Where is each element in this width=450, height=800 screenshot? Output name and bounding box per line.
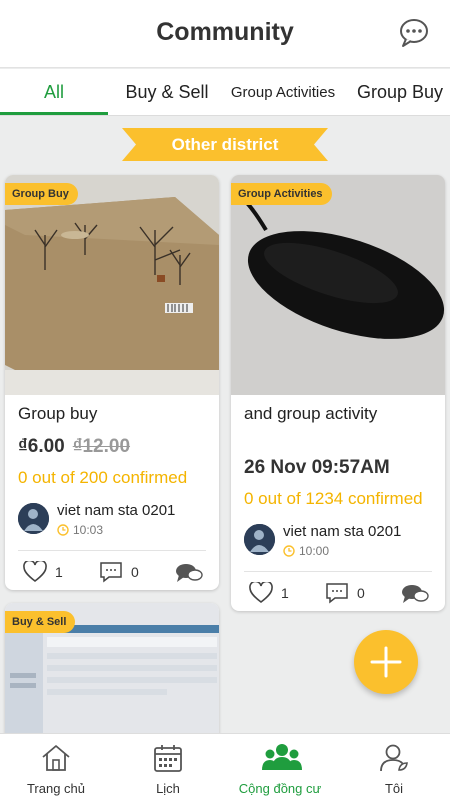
comment-button[interactable]: 0 bbox=[99, 561, 139, 583]
post-price: ₫6.00 ₫12.00 bbox=[18, 436, 130, 458]
mouse-photo bbox=[231, 175, 445, 395]
clock-icon bbox=[57, 524, 69, 536]
event-datetime: 26 Nov 09:57AM bbox=[244, 457, 390, 478]
nav-community[interactable]: Cộng đồng cư bbox=[224, 734, 336, 800]
divider bbox=[18, 550, 206, 551]
notebook-photo bbox=[5, 175, 219, 395]
post-badge: Buy & Sell bbox=[5, 611, 76, 633]
chat-bubbles-icon bbox=[176, 564, 203, 582]
like-button[interactable]: 1 bbox=[249, 582, 289, 604]
like-button[interactable]: 1 bbox=[23, 561, 63, 583]
post-card-group-buy[interactable]: Group Buy Group buy ₫6.00 ₫12.00 0 out of… bbox=[5, 175, 219, 590]
comment-icon bbox=[326, 583, 348, 604]
comment-button[interactable]: 0 bbox=[325, 582, 365, 604]
comment-icon bbox=[100, 562, 122, 583]
avatar[interactable] bbox=[244, 524, 275, 555]
chat-button[interactable] bbox=[175, 562, 203, 584]
tab-group-buy[interactable]: Group Buy bbox=[344, 69, 450, 116]
tab-buy-sell[interactable]: Buy & Sell bbox=[108, 69, 226, 116]
nav-home[interactable]: Trang chủ bbox=[0, 734, 112, 800]
tab-bar: All Buy & Sell Group Activities Group Bu… bbox=[0, 69, 450, 116]
nav-calendar[interactable]: Lịch bbox=[112, 734, 224, 800]
clock-icon bbox=[283, 545, 295, 557]
post-card-buy-sell[interactable]: Buy & Sell bbox=[5, 603, 219, 743]
post-badge: Group Activities bbox=[231, 183, 332, 205]
district-label: Other district bbox=[171, 135, 279, 154]
tab-indicator bbox=[0, 112, 108, 115]
chat-icon[interactable] bbox=[398, 17, 430, 49]
avatar[interactable] bbox=[18, 503, 49, 534]
chat-bubbles-icon bbox=[402, 585, 429, 603]
current-price: ₫6.00 bbox=[18, 436, 65, 457]
confirmed-count: 0 out of 200 confirmed bbox=[18, 468, 188, 487]
post-title: and group activity bbox=[244, 404, 378, 423]
chat-button[interactable] bbox=[401, 583, 429, 605]
calendar-icon bbox=[154, 745, 182, 772]
nav-profile[interactable]: Tôi bbox=[338, 734, 450, 800]
old-price: ₫12.00 bbox=[72, 436, 131, 457]
plus-icon bbox=[370, 646, 402, 678]
post-title: Group buy bbox=[18, 404, 98, 423]
heart-icon bbox=[23, 561, 47, 583]
post-time: 10:00 bbox=[283, 544, 329, 558]
profile-icon bbox=[380, 744, 408, 772]
home-icon bbox=[42, 745, 70, 771]
divider bbox=[244, 571, 432, 572]
post-card-group-activities[interactable]: Group Activities and group activity 26 N… bbox=[231, 175, 445, 611]
bottom-nav: Trang chủ Lịch Cộng đồng cư Tôi bbox=[0, 733, 450, 800]
heart-icon bbox=[249, 582, 273, 604]
confirmed-count: 0 out of 1234 confirmed bbox=[244, 489, 423, 508]
post-time: 10:03 bbox=[57, 523, 103, 537]
author-name: viet nam sta 0201 bbox=[283, 523, 402, 540]
tab-group-activities[interactable]: Group Activities bbox=[230, 69, 336, 116]
add-post-button[interactable] bbox=[354, 630, 418, 694]
header: Community bbox=[0, 0, 450, 68]
page-title: Community bbox=[156, 18, 294, 46]
tab-all[interactable]: All bbox=[0, 69, 108, 116]
author-name: viet nam sta 0201 bbox=[57, 502, 176, 519]
community-icon bbox=[262, 744, 302, 770]
post-badge: Group Buy bbox=[5, 183, 78, 205]
